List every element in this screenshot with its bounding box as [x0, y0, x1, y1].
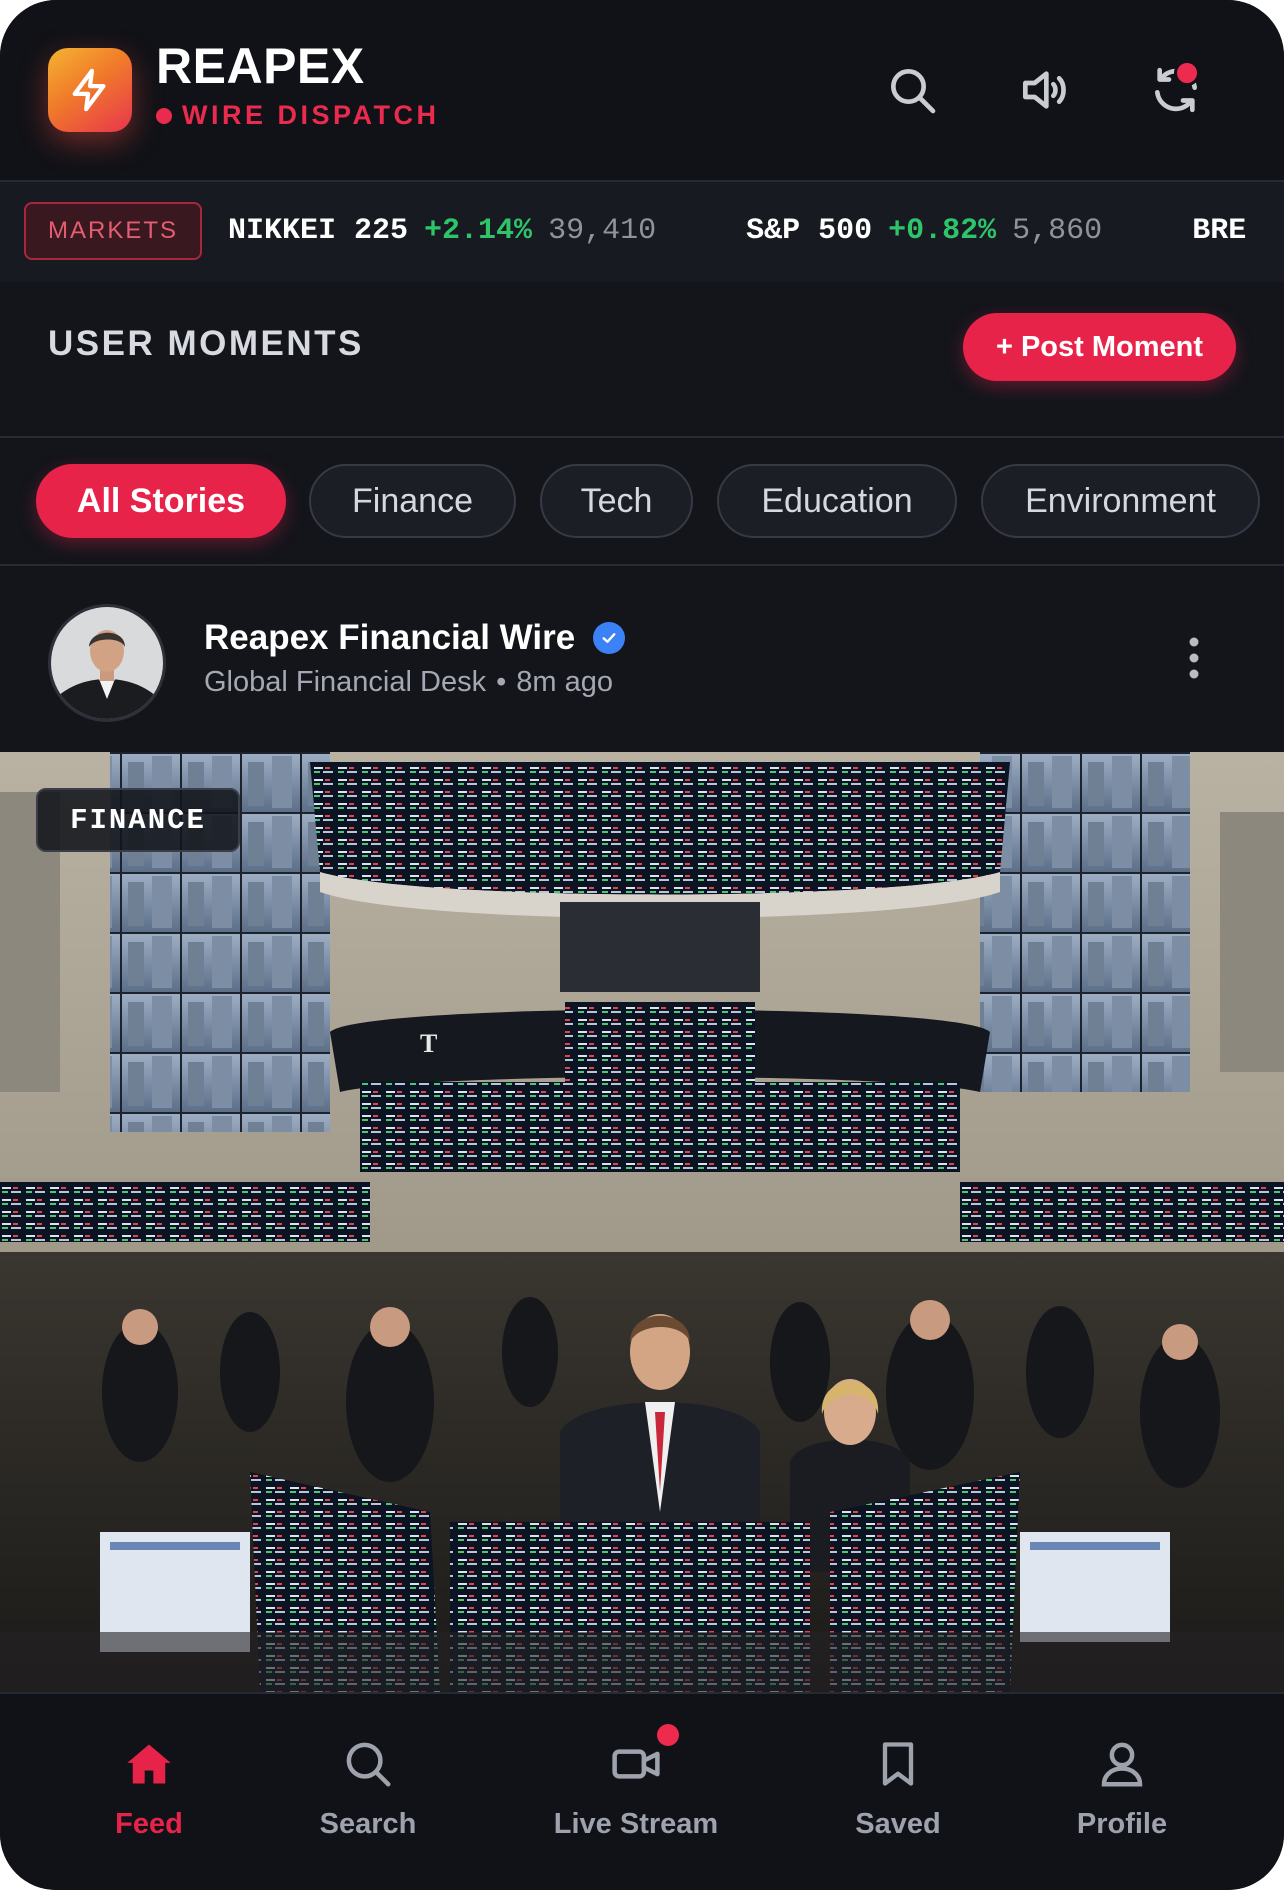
live-indicator-dot — [657, 1724, 679, 1746]
bottom-navigation: Feed Search Live Stream Saved Profile — [0, 1692, 1284, 1890]
home-icon — [119, 1734, 179, 1794]
ticker-badge: MARKETS — [24, 202, 202, 260]
author-name[interactable]: Reapex Financial Wire — [204, 618, 626, 658]
ticker-change: +0.82% — [888, 214, 997, 248]
chip-education[interactable]: Education — [717, 464, 957, 538]
notification-dot — [1174, 60, 1200, 86]
chip-finance[interactable]: Finance — [309, 464, 516, 538]
ticker-change: +2.14% — [424, 214, 533, 248]
ticker-name: BRE — [1192, 214, 1247, 248]
svg-text:T: T — [420, 1029, 437, 1058]
app-name: REAPEX — [156, 38, 365, 94]
nav-label: Search — [319, 1808, 417, 1840]
app-logo[interactable] — [48, 48, 132, 132]
lightning-icon — [72, 68, 106, 112]
ticker-item[interactable]: S&P 500 +0.82% 5,860 — [746, 210, 1102, 252]
nav-label: Feed — [115, 1808, 183, 1840]
ticker-name: S&P 500 — [746, 214, 873, 248]
ticker-value: 39,410 — [548, 214, 657, 248]
bookmark-icon — [868, 1734, 928, 1794]
chip-tech[interactable]: Tech — [540, 464, 693, 538]
app-subtitle: WIRE DISPATCH — [156, 100, 440, 131]
verified-badge-icon — [593, 622, 626, 654]
market-ticker: MARKETS NIKKEI 225 +2.14% 39,410 S&P 500 +0… — [0, 180, 1284, 284]
app-header: REAPEX WIRE DISPATCH — [0, 0, 1284, 180]
volume-icon — [1022, 71, 1066, 109]
app-subtitle-text: WIRE DISPATCH — [182, 100, 440, 130]
author-name-text: Reapex Financial Wire — [204, 618, 576, 657]
nav-feed[interactable]: Feed — [39, 1724, 259, 1854]
nav-live-stream[interactable]: Live Stream — [526, 1724, 746, 1854]
post-image[interactable]: T FINANCE — [0, 752, 1284, 1692]
search-button[interactable] — [880, 58, 944, 122]
post-moment-button[interactable]: + Post Moment — [963, 313, 1236, 381]
refresh-button[interactable] — [1144, 58, 1208, 122]
more-vertical-icon — [1189, 637, 1199, 679]
more-options-button[interactable] — [1174, 628, 1214, 688]
live-indicator-dot — [156, 107, 172, 124]
nav-label: Live Stream — [553, 1808, 719, 1840]
nav-saved[interactable]: Saved — [788, 1724, 1008, 1854]
search-icon — [338, 1734, 398, 1794]
post-header: Reapex Financial Wire Global Financial D… — [0, 566, 1284, 752]
user-icon — [1092, 1734, 1152, 1794]
filter-chips: All Stories Finance Tech Education Envir… — [0, 438, 1284, 566]
post-time: 8m ago — [516, 666, 613, 698]
section-title: USER MOMENTS — [48, 324, 364, 363]
nav-profile[interactable]: Profile — [1012, 1724, 1232, 1854]
ticker-item[interactable]: NIKKEI 225 +2.14% 39,410 — [228, 210, 656, 252]
ticker-item[interactable]: BRE — [1192, 210, 1246, 252]
category-tag: FINANCE — [36, 788, 240, 852]
nav-label: Saved — [855, 1808, 941, 1840]
ticker-name: NIKKEI 225 — [228, 214, 409, 248]
nav-label: Profile — [1076, 1808, 1168, 1840]
ticker-value: 5,860 — [1012, 214, 1103, 248]
avatar[interactable] — [48, 604, 166, 722]
volume-button[interactable] — [1012, 58, 1076, 122]
author-meta: Global Financial Desk • 8m ago — [204, 666, 613, 699]
chip-all-stories[interactable]: All Stories — [36, 464, 286, 538]
search-icon — [891, 69, 936, 114]
ticker-row: NIKKEI 225 +2.14% 39,410 S&P 500 +0.82% 5,86… — [228, 210, 1284, 252]
meta-separator: • — [496, 666, 507, 698]
author-desk: Global Financial Desk — [204, 666, 487, 698]
video-icon — [606, 1734, 666, 1794]
app-screen: REAPEX WIRE DISPATCH MARKETS NIKKEI 225 … — [0, 0, 1284, 1890]
chip-environment[interactable]: Environment — [981, 464, 1260, 538]
avatar-image — [51, 607, 163, 719]
nav-search[interactable]: Search — [258, 1724, 478, 1854]
moments-header: USER MOMENTS + Post Moment — [0, 282, 1284, 438]
trading-floor-photo: T — [0, 752, 1284, 1692]
